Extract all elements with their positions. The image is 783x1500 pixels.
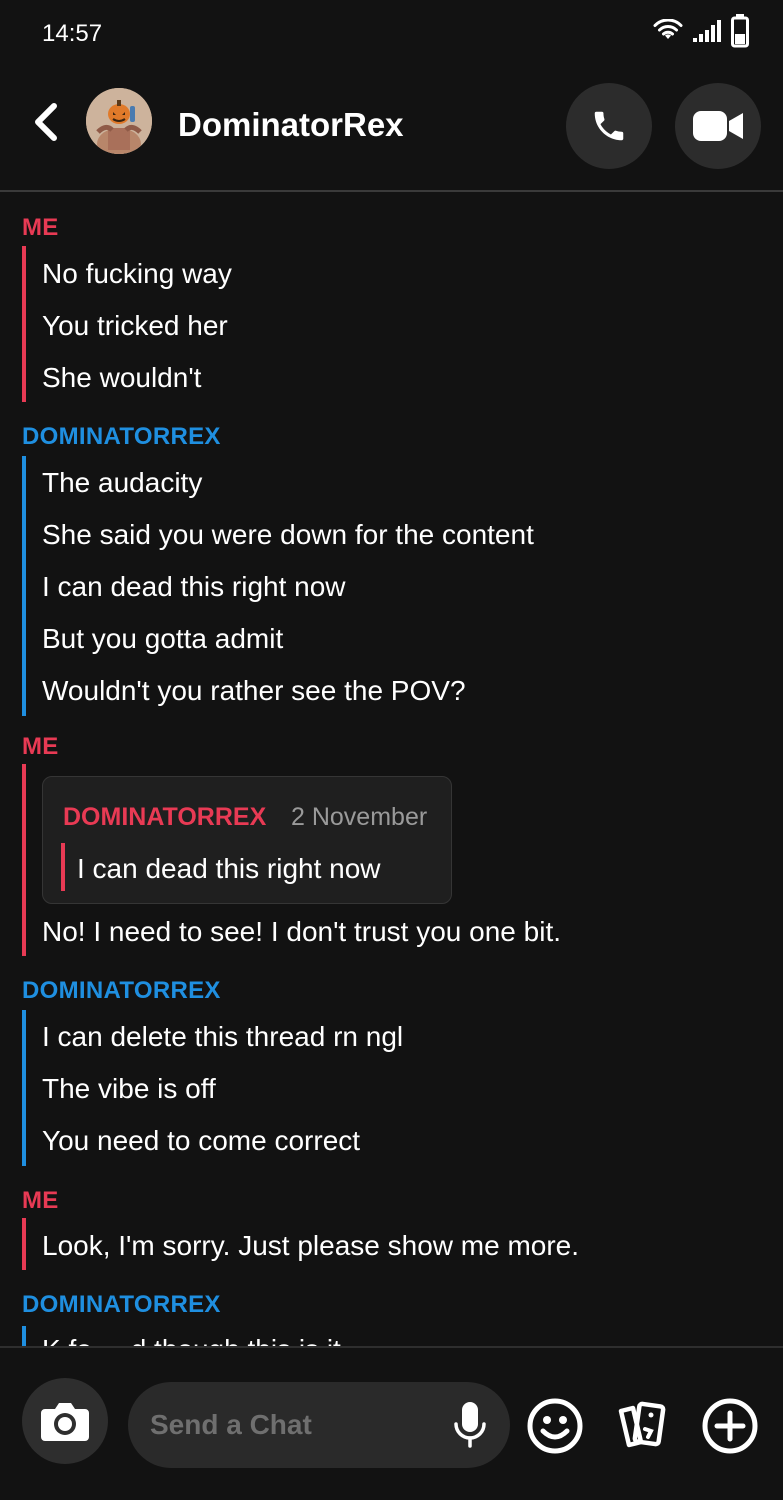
message-text[interactable]: She wouldn't [42,362,201,394]
battery-icon [731,14,749,48]
composer-bar [0,1346,783,1500]
contact-name[interactable]: DominatorRex [178,106,404,144]
message-text[interactable]: You need to come correct [42,1125,360,1157]
message-text-cutoff[interactable]: K fo ... d though this is it [42,1336,341,1346]
sender-label-me: ME [22,1187,59,1214]
message-text[interactable]: No fucking way [42,258,232,290]
sender-label-me: ME [22,214,59,241]
avatar[interactable] [86,88,152,154]
sender-bar-me [22,764,26,956]
message-text[interactable]: The audacity [42,467,202,499]
cards-icon [618,1401,666,1448]
quoted-author: DOMINATORREX [63,803,267,831]
microphone-icon[interactable] [452,1400,488,1450]
sender-bar-me [22,246,26,402]
message-text[interactable]: She said you were down for the content [42,519,534,551]
video-camera-icon [693,111,743,141]
video-call-button[interactable] [675,83,761,169]
quoted-date: 2 November [291,803,428,831]
status-time: 14:57 [42,20,103,47]
call-button[interactable] [566,83,652,169]
sender-label-dominatorrex: DOMINATORREX [22,423,221,450]
status-icons [653,14,749,48]
camera-button[interactable] [22,1378,108,1464]
sender-label-dominatorrex: DOMINATORREX [22,1291,221,1318]
phone-icon [594,111,624,141]
message-text[interactable]: Wouldn't you rather see the POV? [42,675,466,707]
smiley-icon [527,1398,583,1454]
message-text[interactable]: No! I need to see! I don't trust you one… [42,916,561,948]
sender-bar-me [22,1218,26,1270]
message-text[interactable]: I can dead this right now [42,571,346,603]
camera-icon [41,1403,89,1441]
message-text[interactable]: You tricked her [42,310,228,342]
message-text[interactable]: I can delete this thread rn ngl [42,1021,403,1053]
sender-bar-other [22,456,26,716]
message-text[interactable]: The vibe is off [42,1073,216,1105]
wifi-icon [653,19,683,39]
quoted-text: I can dead this right now [77,853,381,884]
sender-bar-other [22,1010,26,1166]
back-chevron-icon [35,103,57,141]
back-button[interactable] [26,98,66,146]
message-text[interactable]: Look, I'm sorry. Just please show me mor… [42,1230,579,1262]
plus-circle-icon [702,1398,758,1454]
signal-icon [693,20,721,42]
emoji-button[interactable] [525,1396,585,1456]
cards-button[interactable] [612,1396,672,1456]
sender-label-me: ME [22,733,59,760]
sender-label-dominatorrex: DOMINATORREX [22,977,221,1004]
chat-header: DominatorRex [0,68,783,192]
sender-bar-other [22,1326,26,1346]
quote-bar [61,843,65,891]
message-list[interactable]: ME No fucking way You tricked her She wo… [0,194,783,1346]
plus-button[interactable] [700,1396,760,1456]
quoted-message[interactable]: DOMINATORREX 2 November I can dead this … [42,776,452,904]
avatar-image [86,88,152,154]
message-text[interactable]: But you gotta admit [42,623,283,655]
status-bar: 14:57 [0,0,783,68]
